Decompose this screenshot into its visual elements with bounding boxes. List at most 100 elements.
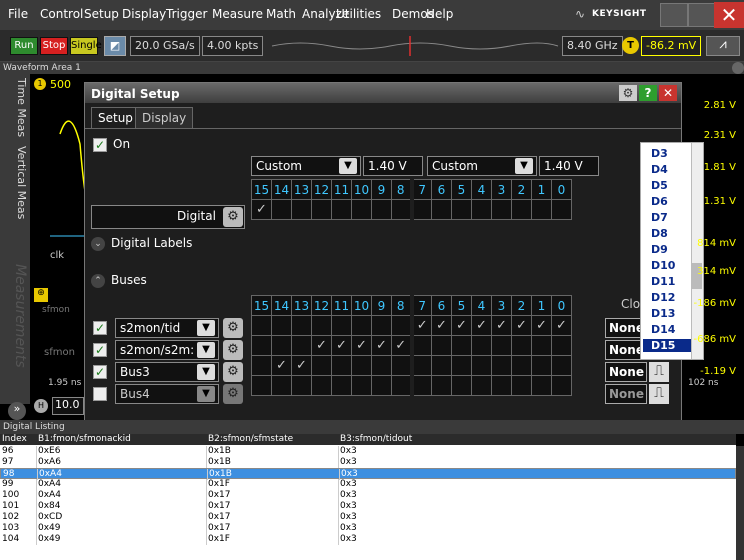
minimize-button[interactable] xyxy=(660,3,688,27)
bit-cell[interactable] xyxy=(491,355,512,376)
bit-cell[interactable] xyxy=(551,335,572,356)
bit-cell[interactable] xyxy=(351,199,372,220)
bit-cell[interactable] xyxy=(471,375,492,396)
memory-depth-display[interactable]: 4.00 kpts xyxy=(202,36,264,56)
menu-item-setup[interactable]: Setup xyxy=(84,7,119,21)
bit-cell[interactable] xyxy=(271,199,292,220)
column-header[interactable]: B1:fmon/sfmonackid xyxy=(38,434,131,445)
chevron-down-icon[interactable]: ▼ xyxy=(197,364,215,380)
bit-cell[interactable]: ✓ xyxy=(511,315,532,336)
bit-cell[interactable] xyxy=(471,199,492,220)
expand-digital-labels-icon[interactable]: ⌄ xyxy=(91,237,105,251)
bit-cell[interactable] xyxy=(331,315,352,336)
bit-cell[interactable] xyxy=(451,335,472,356)
table-row[interactable]: 103 0x49 0x17 0x3 xyxy=(0,523,736,534)
bus-settings-gear-icon[interactable]: ⚙ xyxy=(223,318,243,338)
channel-option[interactable]: D12 xyxy=(651,291,675,304)
buses-section[interactable]: Buses xyxy=(111,273,147,287)
bit-cell[interactable] xyxy=(451,375,472,396)
bus-enable-checkbox[interactable]: ✓ xyxy=(93,343,107,357)
bus-enable-checkbox[interactable] xyxy=(93,387,107,401)
bit-cell[interactable] xyxy=(331,355,352,376)
bit-cell[interactable] xyxy=(351,315,372,336)
autoscale-button[interactable]: ◩ xyxy=(104,36,126,56)
chevron-down-icon[interactable]: ▼ xyxy=(197,320,215,336)
channel-option[interactable]: D11 xyxy=(651,275,675,288)
bit-cell[interactable] xyxy=(291,335,312,356)
bit-cell[interactable] xyxy=(371,375,392,396)
bit-cell[interactable] xyxy=(291,315,312,336)
bus-clock-select[interactable]: None xyxy=(605,362,647,382)
bit-cell[interactable] xyxy=(251,315,272,336)
bit-cell[interactable]: ✓ xyxy=(291,355,312,376)
bit-cell[interactable] xyxy=(271,335,292,356)
bit-cell[interactable]: ✓ xyxy=(391,335,412,356)
run-button[interactable]: Run xyxy=(10,37,38,55)
bit-cell[interactable]: ✓ xyxy=(551,315,572,336)
threshold-value-upper[interactable]: 1.40 V xyxy=(363,156,423,176)
bit-cell[interactable]: ✓ xyxy=(371,335,392,356)
channel-option[interactable]: D10 xyxy=(651,259,675,272)
table-row[interactable]: 102 0xCD 0x17 0x3 xyxy=(0,512,736,523)
expand-panel-icon[interactable]: » xyxy=(8,402,26,420)
table-row[interactable]: 96 0xE6 0x1B 0x3 xyxy=(0,446,736,457)
bus-enable-checkbox[interactable]: ✓ xyxy=(93,365,107,379)
bit-cell[interactable] xyxy=(551,199,572,220)
bit-cell[interactable] xyxy=(291,375,312,396)
bit-cell[interactable]: ✓ xyxy=(409,315,432,336)
bit-cell[interactable] xyxy=(451,199,472,220)
bit-cell[interactable] xyxy=(391,199,412,220)
table-row[interactable]: 100 0xA4 0x17 0x3 xyxy=(0,490,736,501)
column-header[interactable]: B3:sfmon/tidout xyxy=(340,434,412,445)
single-button[interactable]: Single xyxy=(70,37,102,55)
bit-cell[interactable] xyxy=(331,199,352,220)
channel-dropdown-list[interactable]: D3 D4 D5 D6 D7 D8 D9 D10 D11 D12 D13 D14 D15 xyxy=(640,142,704,360)
bit-cell[interactable] xyxy=(531,335,552,356)
trigger-level-display[interactable]: -86.2 mV xyxy=(641,36,702,56)
bit-cell[interactable]: ✓ xyxy=(311,335,332,356)
channel-option[interactable]: D9 xyxy=(651,243,668,256)
table-row[interactable]: 98 0xA4 0x1B 0x3 xyxy=(0,468,736,480)
channel-scale[interactable]: 500 xyxy=(50,78,71,91)
bit-cell[interactable] xyxy=(311,199,332,220)
chevron-down-icon[interactable]: ▼ xyxy=(515,158,533,174)
dialog-close-icon[interactable]: ✕ xyxy=(659,85,677,101)
menu-item-help[interactable]: Help xyxy=(426,7,453,21)
bit-cell[interactable] xyxy=(251,355,272,376)
menu-item-file[interactable]: File xyxy=(8,7,28,21)
bit-cell[interactable] xyxy=(271,315,292,336)
chevron-down-icon[interactable]: ▼ xyxy=(339,158,357,174)
listing-scrollbar[interactable] xyxy=(736,446,744,560)
column-header[interactable]: Index xyxy=(2,434,27,445)
menu-item-measure[interactable]: Measure xyxy=(212,7,263,21)
digital-settings-gear-icon[interactable]: ⚙ xyxy=(223,207,243,227)
bit-cell[interactable] xyxy=(391,375,412,396)
bit-cell[interactable] xyxy=(371,315,392,336)
menu-item-control[interactable]: Control xyxy=(40,7,83,21)
gear-icon[interactable]: ⚙ xyxy=(619,85,637,101)
bit-cell[interactable] xyxy=(491,375,512,396)
table-row[interactable]: 99 0xA4 0x1F 0x3 xyxy=(0,479,736,490)
bit-cell[interactable] xyxy=(511,199,532,220)
bit-cell[interactable] xyxy=(471,355,492,376)
close-button[interactable]: ✕ xyxy=(714,2,744,28)
bit-cell[interactable] xyxy=(311,315,332,336)
bit-cell[interactable]: ✓ xyxy=(531,315,552,336)
tab-display[interactable]: Display xyxy=(135,107,194,129)
channel-option[interactable]: D5 xyxy=(651,179,668,192)
chevron-down-icon[interactable]: ▼ xyxy=(197,386,215,402)
bit-cell[interactable] xyxy=(311,375,332,396)
bit-cell[interactable] xyxy=(511,355,532,376)
menu-item-trigger[interactable]: Trigger xyxy=(166,7,207,21)
bit-cell[interactable] xyxy=(291,199,312,220)
touch-icon[interactable]: ⩘ xyxy=(706,36,740,56)
bit-cell[interactable]: ✓ xyxy=(331,335,352,356)
bit-cell[interactable] xyxy=(391,355,412,376)
bit-cell[interactable] xyxy=(311,355,332,376)
channel-option[interactable]: D7 xyxy=(651,211,668,224)
bus-enable-checkbox[interactable]: ✓ xyxy=(93,321,107,335)
bit-cell[interactable] xyxy=(531,355,552,376)
bit-cell[interactable]: ✓ xyxy=(451,315,472,336)
bit-cell[interactable] xyxy=(431,335,452,356)
table-row[interactable]: 101 0x84 0x17 0x3 xyxy=(0,501,736,512)
